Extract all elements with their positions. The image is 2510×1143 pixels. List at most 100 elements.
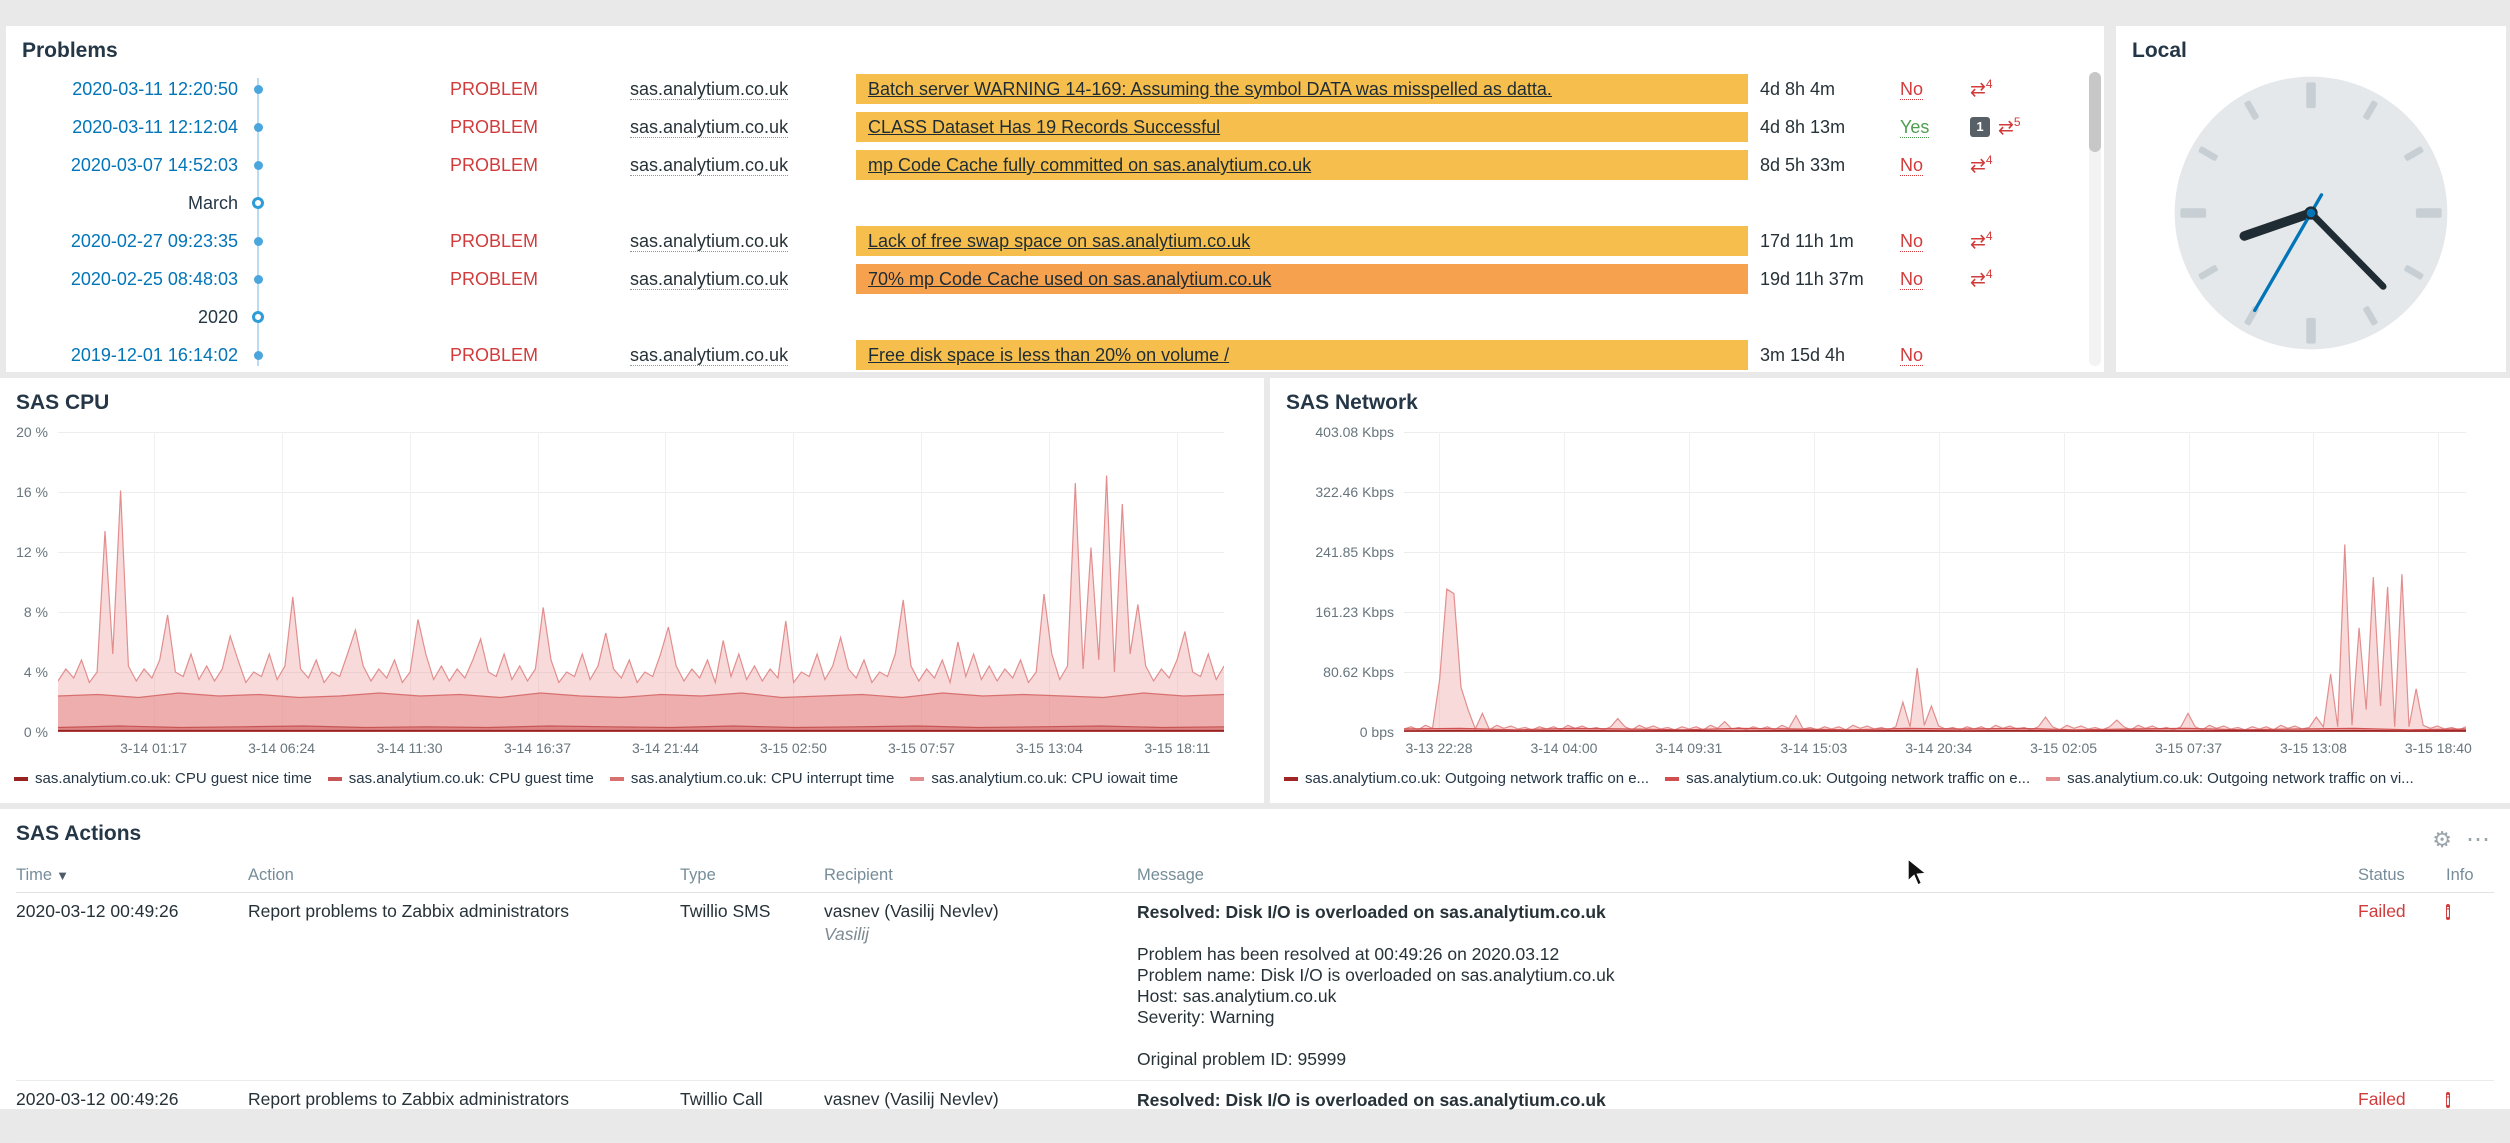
action-recipient-sub: Vasilij <box>824 924 1137 945</box>
column-header-recipient[interactable]: Recipient <box>824 866 1137 885</box>
action-type: Twillio SMS <box>680 901 824 922</box>
problem-time-link[interactable]: 2020-02-25 08:48:03 <box>6 269 246 290</box>
x-tick-label: 3-14 09:31 <box>1655 740 1722 756</box>
problem-name-cell: Lack of free swap space on sas.analytium… <box>856 226 1748 256</box>
cpu-graph-title: SAS CPU <box>0 378 1264 420</box>
legend-label: sas.analytium.co.uk: CPU guest nice time <box>35 770 312 787</box>
legend-marker-icon <box>610 777 624 781</box>
ack-link[interactable]: No <box>1900 345 1923 366</box>
ack-link[interactable]: No <box>1900 79 1923 100</box>
column-header-info[interactable]: Info <box>2446 866 2494 885</box>
action-recipient: vasnev (Vasilij Nevlev) <box>824 1089 1137 1110</box>
network-chart-plot[interactable] <box>1404 432 2466 732</box>
ack-link[interactable]: No <box>1900 231 1923 252</box>
ack-link[interactable]: Yes <box>1900 117 1929 138</box>
cpu-chart-legend: sas.analytium.co.uk: CPU guest nice time… <box>14 770 1256 787</box>
column-header-action[interactable]: Action <box>248 866 680 885</box>
column-header-time[interactable]: Time▼ <box>16 866 248 885</box>
y-tick-label: 80.62 Kbps <box>1323 664 1394 680</box>
x-tick-label: 3-14 11:30 <box>377 740 443 756</box>
host-link[interactable]: sas.analytium.co.uk <box>630 117 788 138</box>
problem-name-link[interactable]: 70% mp Code Cache used on sas.analytium.… <box>868 269 1271 289</box>
problem-duration: 4d 8h 13m <box>1750 117 1900 138</box>
x-tick-label: 3-14 06:24 <box>248 740 315 756</box>
legend-marker-icon <box>1665 777 1679 781</box>
timeline-circle <box>252 311 264 323</box>
problem-time-link[interactable]: 2020-03-07 14:52:03 <box>6 155 246 176</box>
x-tick-label: 3-14 16:37 <box>504 740 571 756</box>
problem-time-link[interactable]: 2020-02-27 09:23:35 <box>6 231 246 252</box>
action-recipient: vasnev (Vasilij Nevlev) Vasilij <box>824 901 1137 945</box>
problem-time-link[interactable]: 2019-12-01 16:14:02 <box>6 345 246 366</box>
problem-name-cell: Batch server WARNING 14-169: Assuming th… <box>856 74 1748 104</box>
info-icon[interactable]: i <box>2446 1092 2450 1108</box>
problem-row: 2020-02-27 09:23:35 PROBLEM sas.analytiu… <box>6 222 2104 260</box>
legend-label: sas.analytium.co.uk: Outgoing network tr… <box>2067 770 2414 787</box>
problem-name-link[interactable]: mp Code Cache fully committed on sas.ana… <box>868 155 1311 175</box>
gear-icon[interactable]: ⚙ <box>2432 827 2452 853</box>
actions-widget: SAS Actions ⚙ ⋯ Time▼ Action Type Recipi… <box>0 809 2510 1109</box>
action-name: Report problems to Zabbix administrators <box>248 1089 680 1110</box>
problem-name-cell: 70% mp Code Cache used on sas.analytium.… <box>856 264 1748 294</box>
network-chart-xlabels: 3-13 22:283-14 04:003-14 09:313-14 15:03… <box>1404 740 2466 760</box>
action-time: 2020-03-12 00:49:26 <box>16 901 248 922</box>
message-actions-icon[interactable]: ⇄4 <box>1970 268 1993 289</box>
scrollbar-thumb[interactable] <box>2089 72 2101 152</box>
message-actions-icon[interactable]: ⇄5 <box>1998 116 2021 137</box>
y-tick-label: 4 % <box>24 664 48 680</box>
sort-desc-icon: ▼ <box>56 868 69 883</box>
legend-label: sas.analytium.co.uk: CPU interrupt time <box>631 770 894 787</box>
timeline-dot <box>254 161 263 170</box>
cpu-chart: 0 %4 %8 %12 %16 %20 % 3-14 01:173-14 06:… <box>0 418 1264 803</box>
action-message-title: Resolved: Disk I/O is overloaded on sas.… <box>1137 1089 2358 1111</box>
problem-name-link[interactable]: Lack of free swap space on sas.analytium… <box>868 231 1250 251</box>
message-actions-icon[interactable]: ⇄4 <box>1970 154 1993 175</box>
ack-link[interactable]: No <box>1900 269 1923 290</box>
message-actions-icon[interactable]: ⇄4 <box>1970 78 1993 99</box>
x-tick-label: 3-14 20:34 <box>1905 740 1972 756</box>
x-tick-label: 3-15 18:40 <box>2405 740 2472 756</box>
legend-label: sas.analytium.co.uk: CPU iowait time <box>931 770 1178 787</box>
legend-marker-icon <box>14 777 28 781</box>
host-link[interactable]: sas.analytium.co.uk <box>630 79 788 100</box>
host-link[interactable]: sas.analytium.co.uk <box>630 231 788 252</box>
problem-row: 2020-03-11 12:12:04 PROBLEM sas.analytiu… <box>6 108 2104 146</box>
x-tick-label: 3-14 15:03 <box>1780 740 1847 756</box>
action-count: 4 <box>1986 267 1993 281</box>
action-type: Twillio Call <box>680 1089 824 1110</box>
x-tick-label: 3-14 04:00 <box>1530 740 1597 756</box>
info-icon[interactable]: i <box>2446 904 2450 920</box>
y-tick-label: 403.08 Kbps <box>1315 424 1394 440</box>
action-message-line: Problem has been resolved at 00:49:26 on… <box>1137 944 2358 965</box>
timeline-month-label: March <box>6 193 246 214</box>
legend-marker-icon <box>1284 777 1298 781</box>
host-link[interactable]: sas.analytium.co.uk <box>630 345 788 366</box>
message-actions-icon[interactable]: ⇄4 <box>1970 230 1993 251</box>
problem-time-link[interactable]: 2020-03-11 12:12:04 <box>6 117 246 138</box>
scrollbar-track[interactable] <box>2089 72 2101 366</box>
cpu-chart-plot[interactable] <box>58 432 1224 732</box>
problem-name-link[interactable]: Free disk space is less than 20% on volu… <box>868 345 1229 365</box>
y-tick-label: 241.85 Kbps <box>1315 544 1394 560</box>
y-tick-label: 322.46 Kbps <box>1315 484 1394 500</box>
more-menu-icon[interactable]: ⋯ <box>2466 825 2492 854</box>
action-message-line: Host: sas.analytium.co.uk <box>1137 986 2358 1007</box>
host-link[interactable]: sas.analytium.co.uk <box>630 269 788 290</box>
suppressed-count-badge[interactable]: 1 <box>1970 117 1990 137</box>
network-chart-ylabels: 0 bps80.62 Kbps161.23 Kbps241.85 Kbps322… <box>1270 432 1394 732</box>
problem-time-link[interactable]: 2020-03-11 12:20:50 <box>6 79 246 100</box>
column-header-message[interactable]: Message <box>1137 866 2358 885</box>
problem-name-link[interactable]: Batch server WARNING 14-169: Assuming th… <box>868 79 1552 99</box>
action-name: Report problems to Zabbix administrators <box>248 901 680 922</box>
problem-status: PROBLEM <box>270 269 630 290</box>
timeline-divider-row: 2020 <box>6 298 2104 336</box>
problem-status: PROBLEM <box>270 79 630 100</box>
problem-status: PROBLEM <box>270 155 630 176</box>
ack-link[interactable]: No <box>1900 155 1923 176</box>
column-header-type[interactable]: Type <box>680 866 824 885</box>
problems-widget: Problems 2020-03-11 12:20:50 PROBLEM sas… <box>6 26 2104 372</box>
column-header-status[interactable]: Status <box>2358 866 2446 885</box>
x-tick-label: 3-15 02:05 <box>2030 740 2097 756</box>
problem-name-link[interactable]: CLASS Dataset Has 19 Records Successful <box>868 117 1220 137</box>
host-link[interactable]: sas.analytium.co.uk <box>630 155 788 176</box>
